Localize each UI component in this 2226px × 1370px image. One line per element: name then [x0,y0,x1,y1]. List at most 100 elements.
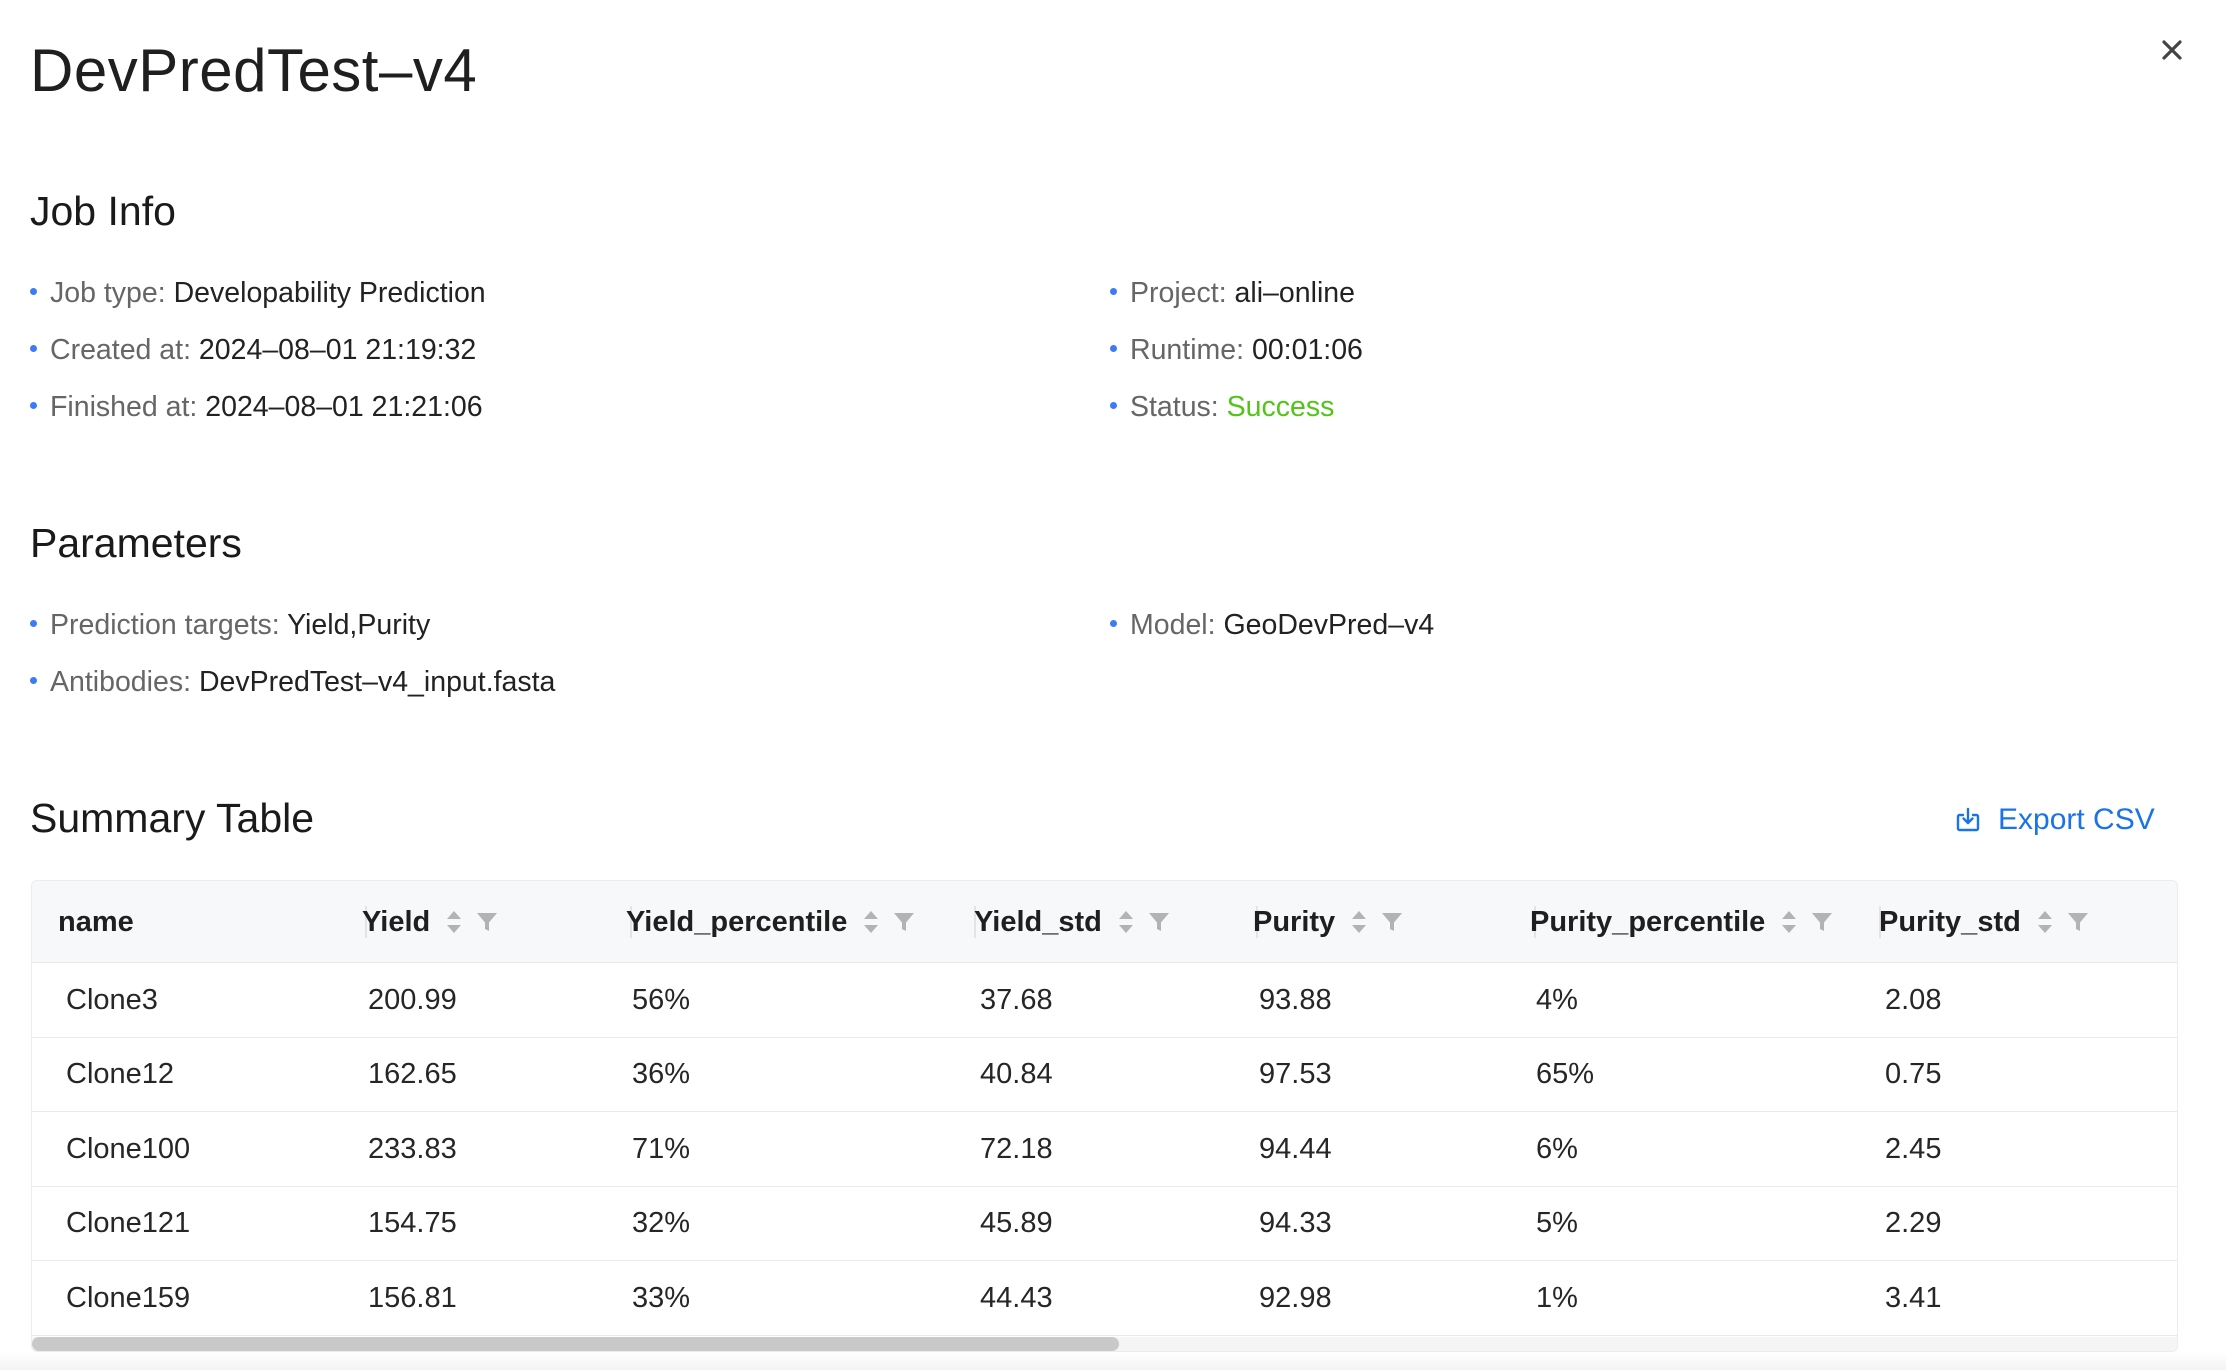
column-header-yield: Yield [362,881,632,963]
param-prediction-targets: Prediction targets: Yield,Purity [30,605,430,645]
cell-purity: 94.44 [1259,1132,1332,1165]
download-icon [1956,807,1980,832]
dialog-title: DevPredTest–v4 [30,37,478,104]
cell-yield: 156.81 [368,1281,457,1314]
cell-yield-std: 72.18 [980,1132,1053,1165]
cell-name: Clone3 [66,983,158,1016]
cell-yield-percentile: 36% [632,1058,691,1091]
column-header-name: name [58,881,367,963]
table-row[interactable]: Clone3 200.99 56% 37.68 93.88 4% 2.08 [32,963,2177,1038]
table-body: Clone3 200.99 56% 37.68 93.88 4% 2.08 Cl… [32,963,2177,1336]
cell-purity: 94.33 [1259,1207,1332,1240]
cell-purity: 97.53 [1259,1058,1332,1091]
info-value: Yield,Purity [287,609,431,641]
cell-purity: 93.88 [1259,983,1332,1016]
sort-icon[interactable] [2037,908,2053,936]
bullet-icon [30,676,37,684]
cell-yield: 154.75 [368,1207,457,1240]
column-label: Purity_std [1879,905,2021,938]
info-label: Created at: [50,334,199,366]
cell-name: Clone100 [66,1132,191,1165]
column-label: Yield_percentile [626,905,848,938]
column-header-yield-std: Yield_std [974,881,1258,963]
table-row[interactable]: Clone100 233.83 71% 72.18 94.44 6% 2.45 [32,1112,2177,1187]
column-label: name [58,905,134,938]
column-label: Purity_percentile [1530,905,1766,938]
column-label: Yield [362,905,431,938]
column-header-purity: Purity [1253,881,1536,963]
table-row[interactable]: Clone159 156.81 33% 44.43 92.98 1% 3.41 [32,1261,2177,1336]
cell-yield-std: 37.68 [980,983,1053,1016]
status-badge: Success [1226,391,1335,423]
info-value: 2024–08–01 21:19:32 [198,334,477,366]
cell-yield: 162.65 [368,1058,457,1091]
bullet-icon [30,619,37,627]
cell-purity-percentile: 4% [1536,983,1578,1016]
filter-icon[interactable] [893,911,915,933]
column-label: Purity [1253,905,1336,938]
info-finished-at: Finished at: 2024–08–01 21:21:06 [30,387,483,427]
param-model: Model: GeoDevPred–v4 [1110,605,1434,645]
info-value: Developability Prediction [173,277,486,309]
filter-icon[interactable] [476,911,498,933]
info-value: ali–online [1234,277,1355,309]
export-csv-label: Export CSV [1998,803,2155,836]
sort-icon[interactable] [1118,908,1134,936]
sort-icon[interactable] [1781,908,1797,936]
table-row[interactable]: Clone121 154.75 32% 45.89 94.33 5% 2.29 [32,1187,2177,1261]
sort-icon[interactable] [863,908,879,936]
info-value: DevPredTest–v4_input.fasta [198,666,556,698]
cell-name: Clone12 [66,1058,175,1091]
info-job-type: Job type: Developability Prediction [30,273,486,313]
filter-icon[interactable] [1811,911,1833,933]
cell-yield-std: 44.43 [980,1281,1053,1314]
cell-purity-percentile: 6% [1536,1132,1578,1165]
cell-name: Clone121 [66,1207,191,1240]
cell-purity: 92.98 [1259,1281,1332,1314]
column-header-purity-std: Purity_std [1879,881,2159,963]
close-button[interactable] [2152,30,2192,70]
info-value: GeoDevPred–v4 [1223,609,1435,641]
param-antibodies: Antibodies: DevPredTest–v4_input.fasta [30,662,555,702]
cell-purity-std: 2.08 [1885,983,1942,1016]
info-runtime: Runtime: 00:01:06 [1110,330,1363,370]
bullet-icon [30,401,37,409]
scrollbar-thumb[interactable] [32,1337,1119,1351]
info-status: Status: Success [1110,387,1334,427]
cell-purity-percentile: 1% [1536,1281,1578,1314]
info-value: 00:01:06 [1251,334,1363,366]
info-label: Runtime: [1130,334,1252,366]
info-label: Job type: [50,277,174,309]
info-project: Project: ali–online [1110,273,1355,313]
cell-yield-std: 40.84 [980,1058,1053,1091]
info-label: Prediction targets: [50,609,288,641]
cell-purity-percentile: 65% [1536,1058,1595,1091]
cell-yield-percentile: 71% [632,1132,691,1165]
info-label: Finished at: [50,391,206,423]
bullet-icon [1110,287,1117,295]
info-label: Status: [1130,391,1227,423]
filter-icon[interactable] [1148,911,1170,933]
table-row[interactable]: Clone12 162.65 36% 40.84 97.53 65% 0.75 [32,1038,2177,1112]
sort-icon[interactable] [446,908,462,936]
cell-yield-std: 45.89 [980,1207,1053,1240]
cell-yield-percentile: 32% [632,1207,691,1240]
info-label: Project: [1130,277,1235,309]
job-info-heading: Job Info [30,188,176,234]
parameters-heading: Parameters [30,520,242,566]
filter-icon[interactable] [2067,911,2089,933]
horizontal-scrollbar[interactable] [32,1337,2177,1351]
export-csv-button[interactable]: Export CSV [1954,798,2155,842]
filter-icon[interactable] [1381,911,1403,933]
cell-name: Clone159 [66,1281,191,1314]
bullet-icon [30,287,37,295]
info-created-at: Created at: 2024–08–01 21:19:32 [30,330,476,370]
close-icon [2162,40,2182,60]
cell-purity-std: 3.41 [1885,1281,1942,1314]
sort-icon[interactable] [1351,908,1367,936]
summary-table: name Yield Yield_percentile Yield_std Pu… [31,880,2178,1352]
cell-purity-std: 0.75 [1885,1058,1942,1091]
cell-yield: 200.99 [368,983,457,1016]
info-label: Model: [1130,609,1224,641]
bullet-icon [30,344,37,352]
